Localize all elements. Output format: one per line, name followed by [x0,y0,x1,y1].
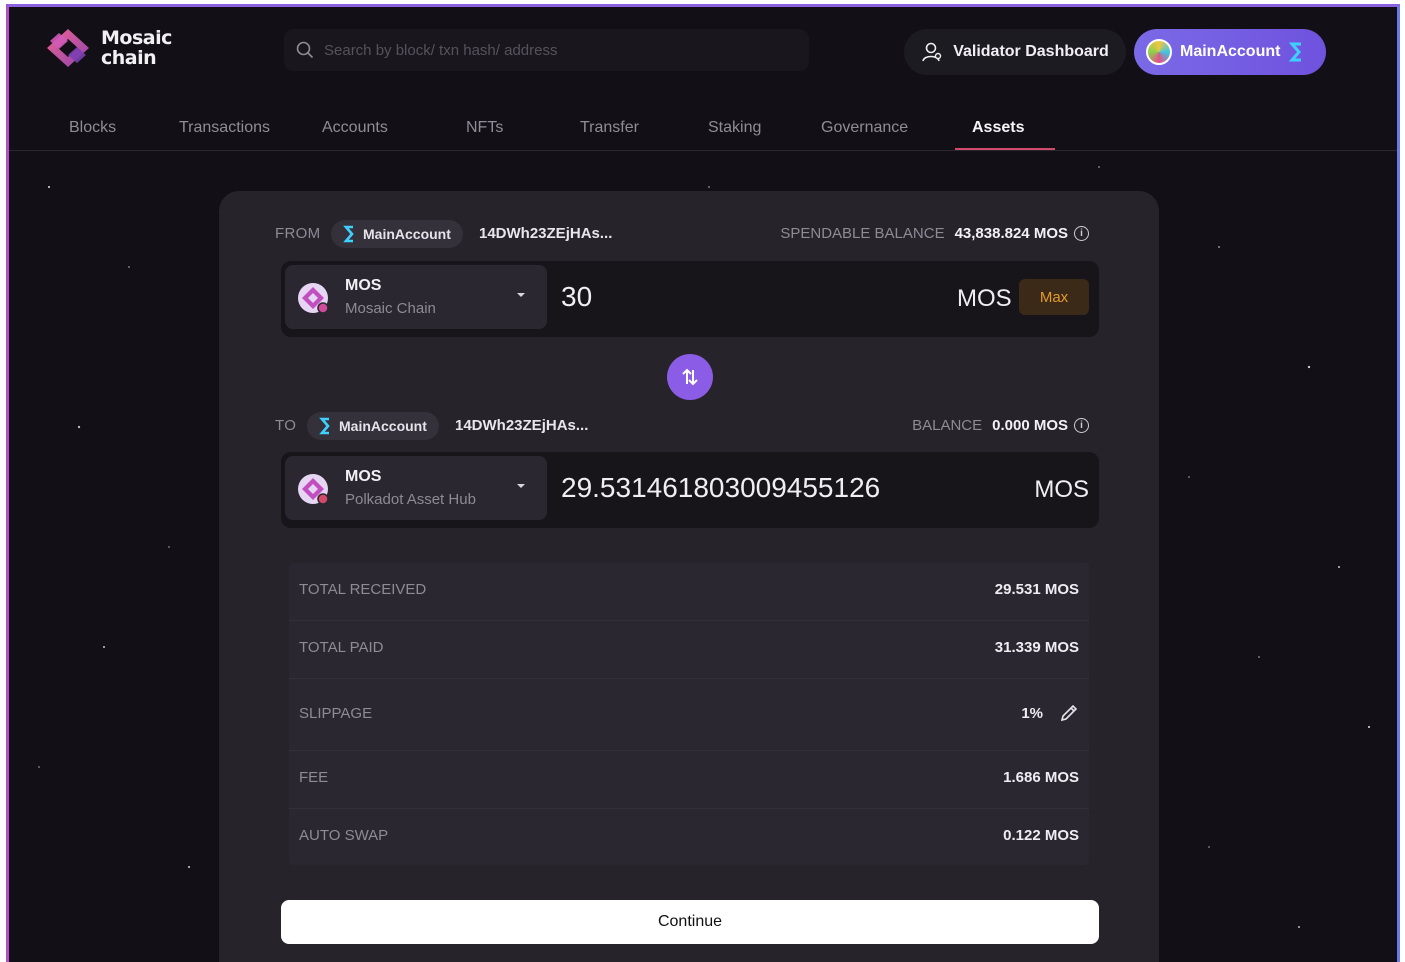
summary-row-auto-swap: AUTO SWAP 0.122 MOS [289,809,1089,865]
spendable-balance-label: SPENDABLE BALANCE [780,225,945,242]
to-account-name: MainAccount [339,418,427,434]
main-account-button[interactable]: MainAccount [1134,29,1326,75]
transfer-summary: TOTAL RECEIVED 29.531 MOS TOTAL PAID 31.… [289,563,1089,865]
from-amount-box: MOS Mosaic Chain 30 MOS Max [281,261,1099,337]
to-address: 14DWh23ZEjHAs... [455,417,589,434]
summary-value: 29.531 MOS [994,581,1079,598]
info-icon[interactable]: i [1074,226,1089,241]
from-account-name: MainAccount [363,226,451,242]
main-nav: Blocks Transactions Accounts NFTs Transf… [9,109,1397,151]
summary-value: 1.686 MOS [1003,769,1079,786]
from-token-network: Mosaic Chain [345,300,436,317]
nav-nfts[interactable]: NFTs [466,119,503,137]
max-button[interactable]: Max [1019,279,1089,315]
from-amount-value[interactable]: 30 [561,281,592,313]
brand-name: Mosaic chain [101,27,172,69]
nav-active-indicator [955,148,1055,150]
summary-label: TOTAL RECEIVED [299,581,427,598]
from-label: FROM [275,225,321,242]
continue-button[interactable]: Continue [281,900,1099,944]
to-amount-unit: MOS [1034,476,1089,503]
main-account-label: MainAccount [1180,43,1281,60]
from-token-selector[interactable]: MOS Mosaic Chain [285,265,547,329]
to-account-chip[interactable]: MainAccount [307,412,439,440]
network-s-icon [319,417,330,435]
to-amount-value: 29.531461803009455126 [561,472,881,503]
summary-value: 31.339 MOS [994,639,1079,656]
search-icon [296,41,314,59]
summary-value: 1% [1021,703,1079,723]
network-s-icon [1289,42,1302,62]
summary-row-total-received: TOTAL RECEIVED 29.531 MOS [289,563,1089,621]
swap-direction-button[interactable] [667,354,713,400]
info-icon[interactable]: i [1074,418,1089,433]
mos-token-icon [298,283,329,314]
search-bar[interactable] [284,29,809,71]
validator-dashboard-label: Validator Dashboard [953,43,1109,60]
validator-dashboard-button[interactable]: Validator Dashboard [904,29,1126,75]
summary-label: AUTO SWAP [299,827,389,844]
edit-pencil-icon[interactable] [1059,703,1079,723]
summary-row-slippage: SLIPPAGE 1% [289,679,1089,751]
balance-value: 0.000 MOS [992,417,1068,434]
chevron-down-icon [517,484,525,488]
to-amount-box: MOS Polkadot Asset Hub 29.53146180300945… [281,452,1099,528]
nav-transactions[interactable]: Transactions [179,119,270,137]
from-account-chip[interactable]: MainAccount [331,220,463,248]
from-balance: SPENDABLE BALANCE 43,838.824 MOS i [780,225,1089,242]
brand-logo[interactable]: Mosaic chain [45,27,172,69]
summary-label: TOTAL PAID [299,639,384,656]
summary-value: 0.122 MOS [1003,827,1079,844]
to-token-network: Polkadot Asset Hub [345,491,476,508]
summary-row-total-paid: TOTAL PAID 31.339 MOS [289,621,1089,679]
to-label: TO [275,417,297,434]
to-balance: BALANCE 0.000 MOS i [912,417,1089,434]
network-s-icon [343,225,354,243]
summary-label: FEE [299,769,329,786]
spendable-balance-value: 43,838.824 MOS [954,225,1068,242]
account-avatar [1146,39,1172,65]
nav-assets[interactable]: Assets [972,119,1024,137]
from-address: 14DWh23ZEjHAs... [479,225,613,242]
nav-blocks[interactable]: Blocks [69,119,116,137]
app-frame: Mosaic chain Validator Dashboard MainAcc… [6,4,1400,962]
summary-row-fee: FEE 1.686 MOS [289,751,1089,809]
balance-label: BALANCE [912,417,983,434]
nav-transfer[interactable]: Transfer [580,119,639,137]
from-amount-unit: MOS [957,285,1012,312]
nav-accounts[interactable]: Accounts [322,119,388,137]
validator-user-icon [922,42,942,62]
to-token-selector[interactable]: MOS Polkadot Asset Hub [285,456,547,520]
to-token-name: MOS [345,468,382,485]
swap-arrows-icon [682,368,698,386]
chevron-down-icon [517,293,525,297]
nav-staking[interactable]: Staking [708,119,761,137]
search-input[interactable] [324,41,784,59]
nav-governance[interactable]: Governance [821,119,908,137]
summary-label: SLIPPAGE [299,705,373,722]
from-token-name: MOS [345,277,382,294]
mos-token-icon [298,474,329,505]
mosaic-logo-icon [47,29,89,67]
